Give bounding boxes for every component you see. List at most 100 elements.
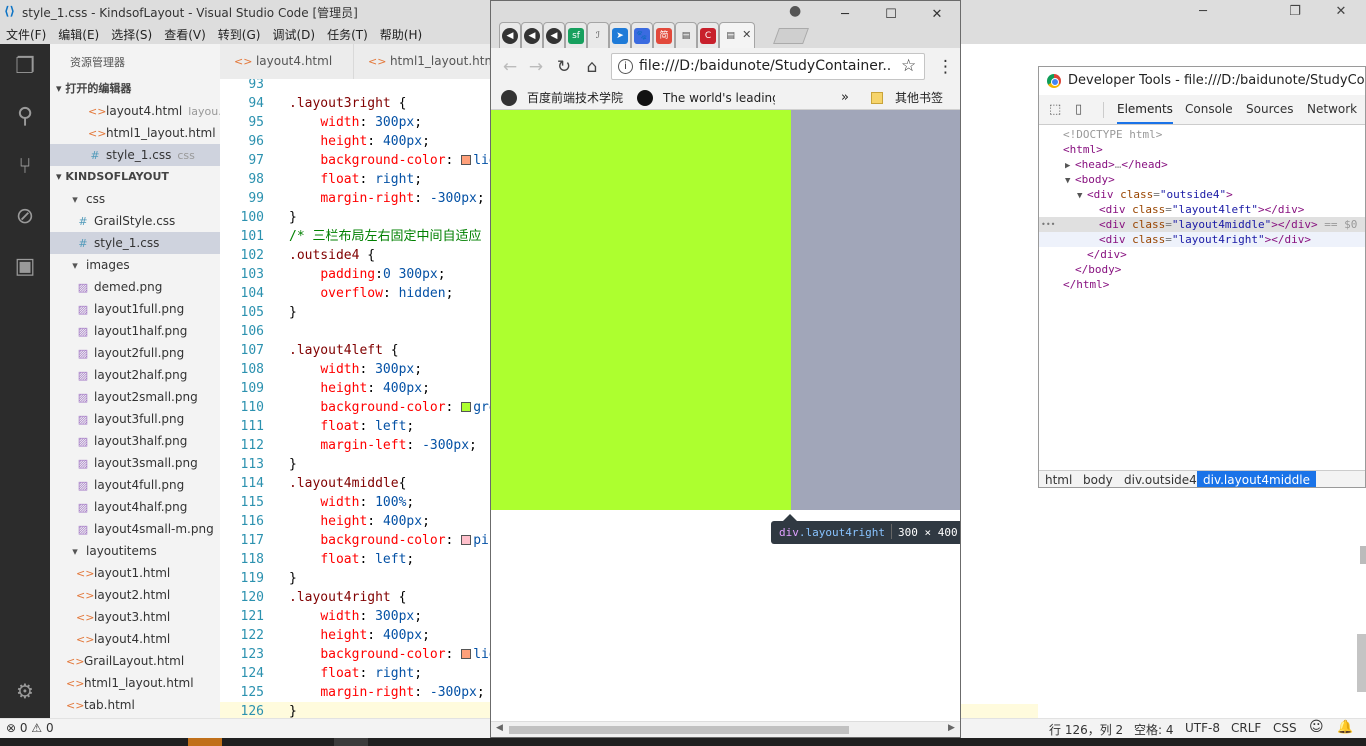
file-item[interactable]: ▨ layout4small-m.png	[50, 518, 220, 540]
extensions-icon[interactable]: ▣	[10, 252, 40, 282]
folder-item[interactable]: ▾ images	[50, 254, 220, 276]
folder-item[interactable]: ▾ layoutitems	[50, 540, 220, 562]
device-toolbar-icon[interactable]: ▯	[1075, 102, 1082, 117]
indentation[interactable]: 空格: 4	[1134, 721, 1174, 738]
profile-icon[interactable]: ●	[789, 3, 801, 19]
file-item[interactable]: <>layout1.html	[50, 562, 220, 584]
file-item[interactable]: ▨ layout1half.png	[50, 320, 220, 342]
folder-item[interactable]: ▾ css	[50, 188, 220, 210]
chrome-maximize-icon[interactable]: ☐	[871, 5, 911, 25]
browser-tab[interactable]: ▤	[675, 22, 697, 48]
close-icon[interactable]: ✕	[1318, 2, 1364, 22]
editor-tab[interactable]: <> html1_layout.html	[354, 44, 504, 79]
taskbar-app[interactable]	[188, 738, 222, 746]
file-item[interactable]: ▨ layout2half.png	[50, 364, 220, 386]
menu-item[interactable]: 转到(G)	[212, 24, 267, 45]
file-item[interactable]: <>html1_layout.html	[50, 672, 220, 694]
dom-node[interactable]: <!DOCTYPE html>	[1039, 127, 1365, 142]
browser-tab[interactable]: ▤ ✕	[719, 22, 755, 48]
color-swatch[interactable]	[461, 649, 472, 659]
search-icon[interactable]: ⚲	[10, 102, 40, 132]
page-info-icon[interactable]: i	[618, 59, 633, 74]
open-editor-item[interactable]: # style_1.css css	[50, 144, 220, 166]
file-item[interactable]: ▨ layout3small.png	[50, 452, 220, 474]
code-editor[interactable]: 93 94 .layout3right {95 width: 300px; 96 he…	[220, 79, 491, 720]
menu-item[interactable]: 文件(F)	[0, 24, 52, 45]
file-item[interactable]: ▨ demed.png	[50, 276, 220, 298]
color-swatch[interactable]	[461, 535, 472, 545]
close-tab-icon[interactable]: ✕	[739, 28, 751, 41]
dom-node[interactable]: ▼ <div class="outside4">	[1039, 187, 1365, 202]
open-editor-item[interactable]: <>layout4.htmllayou...	[50, 100, 220, 122]
scroll-right-arrow-icon[interactable]: ▶	[948, 723, 955, 733]
forward-arrow-icon[interactable]: →	[525, 56, 547, 78]
menu-item[interactable]: 任务(T)	[321, 24, 374, 45]
chrome-menu-icon[interactable]: ⋮	[937, 56, 954, 78]
browser-tab[interactable]: ➤	[609, 22, 631, 48]
notifications-bell-icon[interactable]: 🔔	[1337, 720, 1353, 735]
breadcrumb-item[interactable]: body	[1077, 471, 1119, 487]
reload-icon[interactable]: ↻	[553, 56, 575, 78]
editor-scrollbar[interactable]	[1357, 634, 1366, 692]
problems-indicator[interactable]: ⊗ 0 ⚠ 0	[6, 721, 54, 735]
chrome-close-icon[interactable]: ✕	[917, 5, 957, 25]
address-bar[interactable]: i file:///D:/baidunote/StudyContainer...…	[611, 53, 925, 80]
tab-elements[interactable]: Elements	[1117, 95, 1173, 124]
menu-item[interactable]: 编辑(E)	[52, 24, 105, 45]
explorer-icon[interactable]: ❐	[10, 52, 40, 82]
dom-node[interactable]: <div class="layout4right"></div>	[1039, 232, 1365, 247]
file-item[interactable]: ▨ layout2full.png	[50, 342, 220, 364]
dom-node[interactable]: </div>	[1039, 247, 1365, 262]
horizontal-scrollbar[interactable]: ◀ ▶	[491, 721, 960, 737]
dom-node[interactable]: <html>	[1039, 142, 1365, 157]
node-actions-icon[interactable]: •••	[1041, 217, 1055, 232]
browser-tab[interactable]: ◀	[499, 22, 521, 48]
bookmark-item[interactable]: The world's leading	[637, 89, 775, 107]
restore-icon[interactable]: ❐	[1272, 2, 1318, 22]
breadcrumb-item[interactable]: html	[1039, 471, 1078, 487]
feedback-smiley-icon[interactable]: ☺	[1309, 719, 1324, 735]
tab-network[interactable]: Network	[1307, 95, 1357, 124]
breadcrumb-item[interactable]: div.layout4middle	[1197, 471, 1316, 487]
source-control-icon[interactable]: ⑂	[10, 152, 40, 182]
file-item[interactable]: ▨ layout1full.png	[50, 298, 220, 320]
chrome-minimize-icon[interactable]: ─	[825, 5, 865, 25]
browser-tab[interactable]: ◀	[543, 22, 565, 48]
cursor-position[interactable]: 行 126，列 2	[1049, 721, 1123, 738]
dom-node[interactable]: ▶ <head>…</head>	[1039, 157, 1365, 172]
browser-tab[interactable]: ◀	[521, 22, 543, 48]
file-item[interactable]: ▨ layout3half.png	[50, 430, 220, 452]
menu-item[interactable]: 调试(D)	[266, 24, 321, 45]
line-ending[interactable]: CRLF	[1231, 721, 1261, 735]
file-item[interactable]: # GrailStyle.css	[50, 210, 220, 232]
editor-tab[interactable]: <> layout4.html	[220, 44, 354, 79]
open-editors-section[interactable]: ▾ 打开的编辑器	[50, 78, 220, 100]
other-bookmarks-folder[interactable]: 其他书签	[871, 89, 943, 107]
minimize-icon[interactable]: ─	[1180, 2, 1226, 22]
scroll-left-arrow-icon[interactable]: ◀	[496, 723, 503, 733]
home-icon[interactable]: ⌂	[581, 56, 603, 78]
open-editor-item[interactable]: <>html1_layout.html	[50, 122, 220, 144]
browser-tab[interactable]: 🐾	[631, 22, 653, 48]
taskbar-app[interactable]	[334, 738, 368, 746]
dom-node[interactable]: </body>	[1039, 262, 1365, 277]
browser-tab[interactable]: ℐ	[587, 22, 609, 48]
bookmarks-overflow-button[interactable]: »	[841, 89, 849, 107]
settings-gear-icon[interactable]: ⚙	[10, 676, 40, 706]
encoding[interactable]: UTF-8	[1185, 721, 1220, 735]
browser-tab[interactable]: sf	[565, 22, 587, 48]
browser-tab[interactable]: 简	[653, 22, 675, 48]
file-item[interactable]: ▨ layout3full.png	[50, 408, 220, 430]
tab-sources[interactable]: Sources	[1246, 95, 1293, 124]
color-swatch[interactable]	[461, 402, 472, 412]
inspect-element-icon[interactable]: ⬚	[1049, 102, 1061, 117]
bookmark-star-icon[interactable]: ☆	[901, 56, 916, 76]
file-item[interactable]: <>layout2.html	[50, 584, 220, 606]
menu-item[interactable]: 选择(S)	[105, 24, 158, 45]
file-item[interactable]: <>GrailLayout.html	[50, 650, 220, 672]
new-tab-button[interactable]	[773, 28, 809, 44]
file-item[interactable]: ▨ layout4full.png	[50, 474, 220, 496]
file-item[interactable]: <>layout3.html	[50, 606, 220, 628]
color-swatch[interactable]	[461, 155, 472, 165]
breadcrumb-item[interactable]: div.outside4	[1118, 471, 1203, 487]
